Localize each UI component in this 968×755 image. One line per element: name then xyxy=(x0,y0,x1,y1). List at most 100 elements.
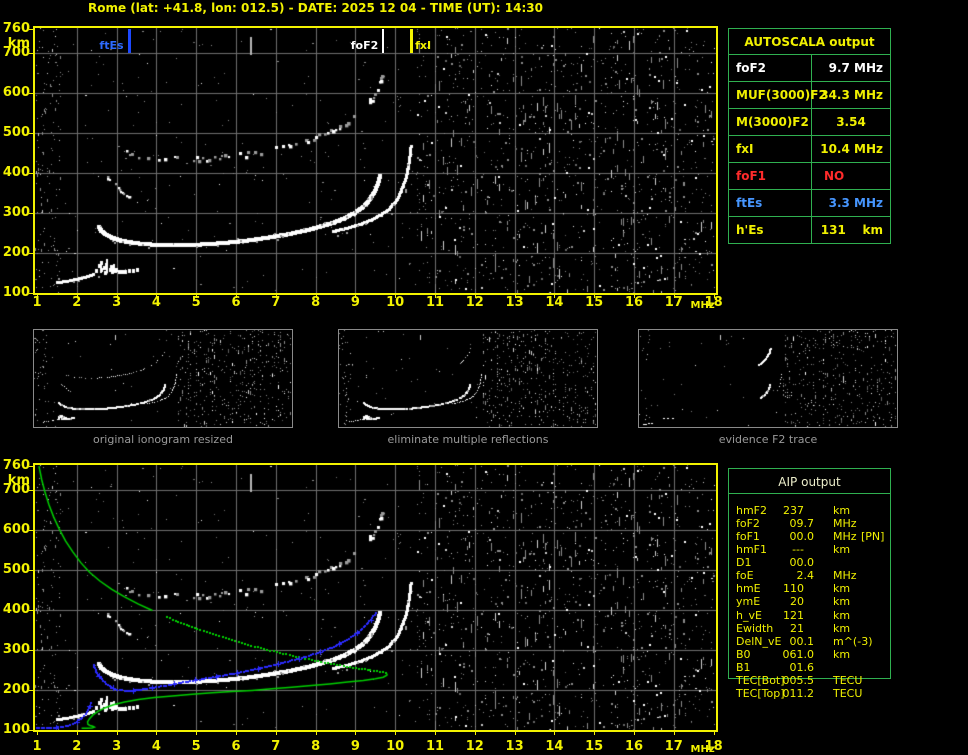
thumbnail-original-ionogram-frame xyxy=(33,329,293,428)
fxi-marker-label: fxI xyxy=(415,39,432,52)
y-axis-tick xyxy=(29,529,33,531)
row-value: 09.7 xyxy=(789,517,815,531)
x-axis-tick xyxy=(474,294,476,298)
autoscala-row-fof2: foF2 9.7 MHz xyxy=(729,55,890,81)
x-axis-tick xyxy=(315,731,317,735)
x-tick-label: 6 xyxy=(231,295,241,310)
row-value: --- xyxy=(792,543,804,557)
top-ionogram-frame xyxy=(33,26,718,295)
x-tick-label: 4 xyxy=(151,739,161,754)
aip-row-b1: B1 01.6 xyxy=(728,661,891,674)
row-value: 061.0 xyxy=(782,647,815,661)
x-tick-label: 15 xyxy=(585,739,604,754)
thumbnail-caption-original: original ionogram resized xyxy=(93,433,233,446)
x-axis-tick xyxy=(76,731,78,735)
x-axis-tick xyxy=(275,731,277,735)
x-tick-label: 6 xyxy=(231,739,241,754)
row-unit: km xyxy=(833,621,851,635)
row-label: M(3000)F2 xyxy=(729,109,812,135)
y-tick-label: 100 xyxy=(2,721,30,737)
y-axis-tick xyxy=(29,132,33,134)
x-tick-label: 10 xyxy=(386,295,405,310)
x-axis-tick xyxy=(236,731,237,735)
x-axis-tick xyxy=(116,731,118,735)
y-axis-unit-label: km xyxy=(7,36,30,51)
row-value: 3.54 xyxy=(836,115,866,129)
y-axis-tick xyxy=(29,489,33,491)
x-axis-tick xyxy=(474,731,476,735)
x-axis-tick xyxy=(196,294,198,298)
x-axis-tick xyxy=(236,294,237,298)
x-tick-label: 15 xyxy=(585,295,604,310)
y-axis-tick xyxy=(29,252,33,254)
x-axis-tick xyxy=(634,294,635,298)
y-tick-label: 300 xyxy=(2,204,30,220)
x-axis-tick xyxy=(554,294,556,298)
y-tick-label: 760 xyxy=(2,458,30,474)
row-unit: MHz xyxy=(833,530,857,544)
x-tick-label: 1 xyxy=(32,739,42,754)
autoscala-window: Rome (lat: +41.8, lon: 012.5) - DATE: 20… xyxy=(0,0,968,755)
x-tick-label: 12 xyxy=(465,295,484,310)
y-axis-tick xyxy=(29,689,33,691)
autoscala-table-title: AUTOSCALA output xyxy=(729,29,890,55)
row-unit: TECU xyxy=(833,686,863,700)
page-title: Rome (lat: +41.8, lon: 012.5) - DATE: 20… xyxy=(88,1,543,15)
y-tick-label: 600 xyxy=(2,84,30,100)
row-unit: MHz xyxy=(833,517,857,531)
row-label: fxI xyxy=(729,136,812,162)
autoscala-output-table: AUTOSCALA output foF2 9.7 MHz MUF(3000)F2 3… xyxy=(728,28,891,244)
aip-row-hve: h_vE 121 km xyxy=(728,609,891,622)
y-axis-unit-label: km xyxy=(7,473,30,488)
y-tick-label: 300 xyxy=(2,641,30,657)
x-tick-label: 11 xyxy=(425,295,445,310)
row-value: 121 xyxy=(783,608,804,622)
x-tick-label: 13 xyxy=(505,295,524,310)
row-value: 005.5 xyxy=(782,673,815,687)
y-tick-label: 400 xyxy=(2,164,30,180)
x-tick-label: 2 xyxy=(72,739,82,754)
row-label: ftEs xyxy=(729,190,812,216)
row-value: 10.4 MHz xyxy=(820,142,883,156)
thumbnail-multiple-reflections xyxy=(339,330,597,427)
row-unit: m^(-3) xyxy=(833,634,873,648)
autoscala-table-body: foF2 9.7 MHz MUF(3000)F2 34.3 MHz M(3000)F2 3… xyxy=(729,55,890,243)
x-axis-tick xyxy=(514,294,516,298)
x-axis-tick xyxy=(634,731,635,735)
x-axis-tick xyxy=(435,731,436,735)
row-value: 2.4 xyxy=(796,569,815,583)
ftes-marker-label: ftEs xyxy=(99,39,124,52)
aip-row-hme: hmE 110 km xyxy=(728,582,891,595)
x-axis-tick xyxy=(395,731,397,735)
x-axis-tick xyxy=(355,294,357,298)
x-axis-tick xyxy=(514,731,516,735)
row-value: 3.3 MHz xyxy=(828,196,883,210)
aip-row-hmf1: hmF1 --- km xyxy=(728,543,891,556)
row-value: 110 xyxy=(783,582,804,596)
row-unit: km xyxy=(833,582,851,596)
thumbnail-original-ionogram xyxy=(34,330,292,427)
row-value: 20 xyxy=(790,595,804,609)
thumbnail-caption-reflections: eliminate multiple reflections xyxy=(387,433,549,446)
row-value: 237 xyxy=(783,504,804,517)
row-unit: km xyxy=(833,647,851,661)
row-value: 34.3 MHz xyxy=(820,88,883,102)
fof2-marker-line xyxy=(382,29,385,53)
y-axis-tick xyxy=(29,649,33,651)
y-axis-tick xyxy=(29,466,33,468)
row-value: 9.7 MHz xyxy=(828,61,883,75)
x-axis-tick xyxy=(594,294,596,298)
row-value: 00.0 xyxy=(789,530,815,544)
x-tick-label: 16 xyxy=(624,295,644,310)
thumbnail-caption-f2: evidence F2 trace xyxy=(718,433,818,446)
row-unit: MHz xyxy=(833,569,857,583)
x-tick-label: 16 xyxy=(624,739,644,754)
x-axis-tick xyxy=(713,731,715,735)
row-label: h'Es xyxy=(729,217,812,243)
x-axis-tick xyxy=(76,294,78,298)
x-tick-label: 5 xyxy=(191,295,201,310)
aip-row-d1: D1 00.0 xyxy=(728,556,891,569)
x-tick-label: 5 xyxy=(191,739,201,754)
row-value: 00.0 xyxy=(789,556,815,570)
x-axis-tick xyxy=(435,294,436,298)
